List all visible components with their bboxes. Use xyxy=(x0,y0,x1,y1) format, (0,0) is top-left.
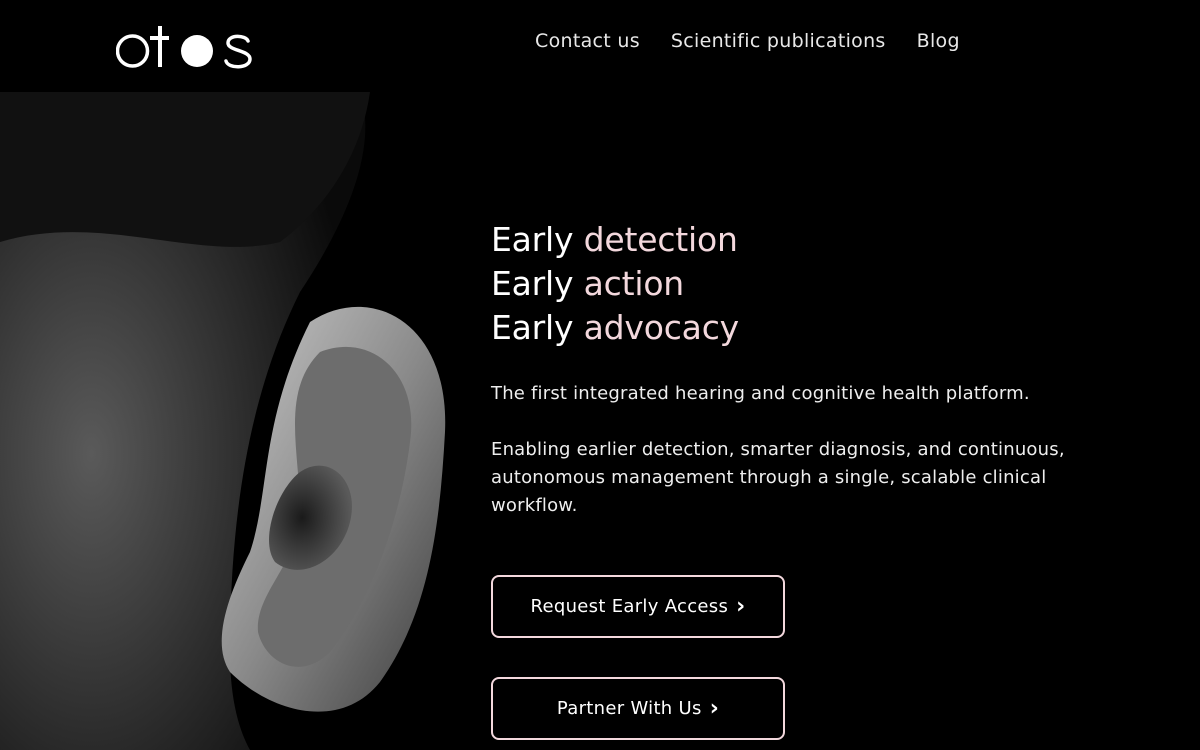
nav-links: Contact us Scientific publications Blog xyxy=(535,30,960,52)
headline-accent: advocacy xyxy=(583,308,740,347)
otos-logo[interactable] xyxy=(116,18,256,76)
headline-line-2: Early action xyxy=(491,262,1111,306)
headline-accent: action xyxy=(583,264,685,303)
tagline: The first integrated hearing and cogniti… xyxy=(491,383,1030,404)
button-label: Partner With Us xyxy=(556,698,702,719)
nav-link-contact[interactable]: Contact us xyxy=(535,30,640,52)
partner-with-us-button[interactable]: Partner With Us › xyxy=(491,677,785,740)
headline-line-1: Early detection xyxy=(491,218,1111,262)
chevron-right-icon: › xyxy=(736,593,746,619)
headline-accent: detection xyxy=(583,220,738,259)
description: Enabling earlier detection, smarter diag… xyxy=(491,439,1065,516)
hero-description: The first integrated hearing and cogniti… xyxy=(491,380,1101,520)
chevron-right-icon: › xyxy=(709,695,720,721)
ear-photo xyxy=(0,92,480,750)
hero-headline: Early detection Early action Early advoc… xyxy=(491,218,1111,350)
top-nav: Contact us Scientific publications Blog xyxy=(0,0,1200,92)
nav-link-publications[interactable]: Scientific publications xyxy=(671,30,886,52)
request-early-access-button[interactable]: Request Early Access › xyxy=(491,575,785,638)
headline-lead: Early xyxy=(491,264,574,303)
headline-line-3: Early advocacy xyxy=(491,306,1111,350)
headline-lead: Early xyxy=(491,220,574,259)
button-label: Request Early Access xyxy=(530,596,729,617)
headline-lead: Early xyxy=(491,308,574,347)
nav-link-blog[interactable]: Blog xyxy=(917,30,960,52)
